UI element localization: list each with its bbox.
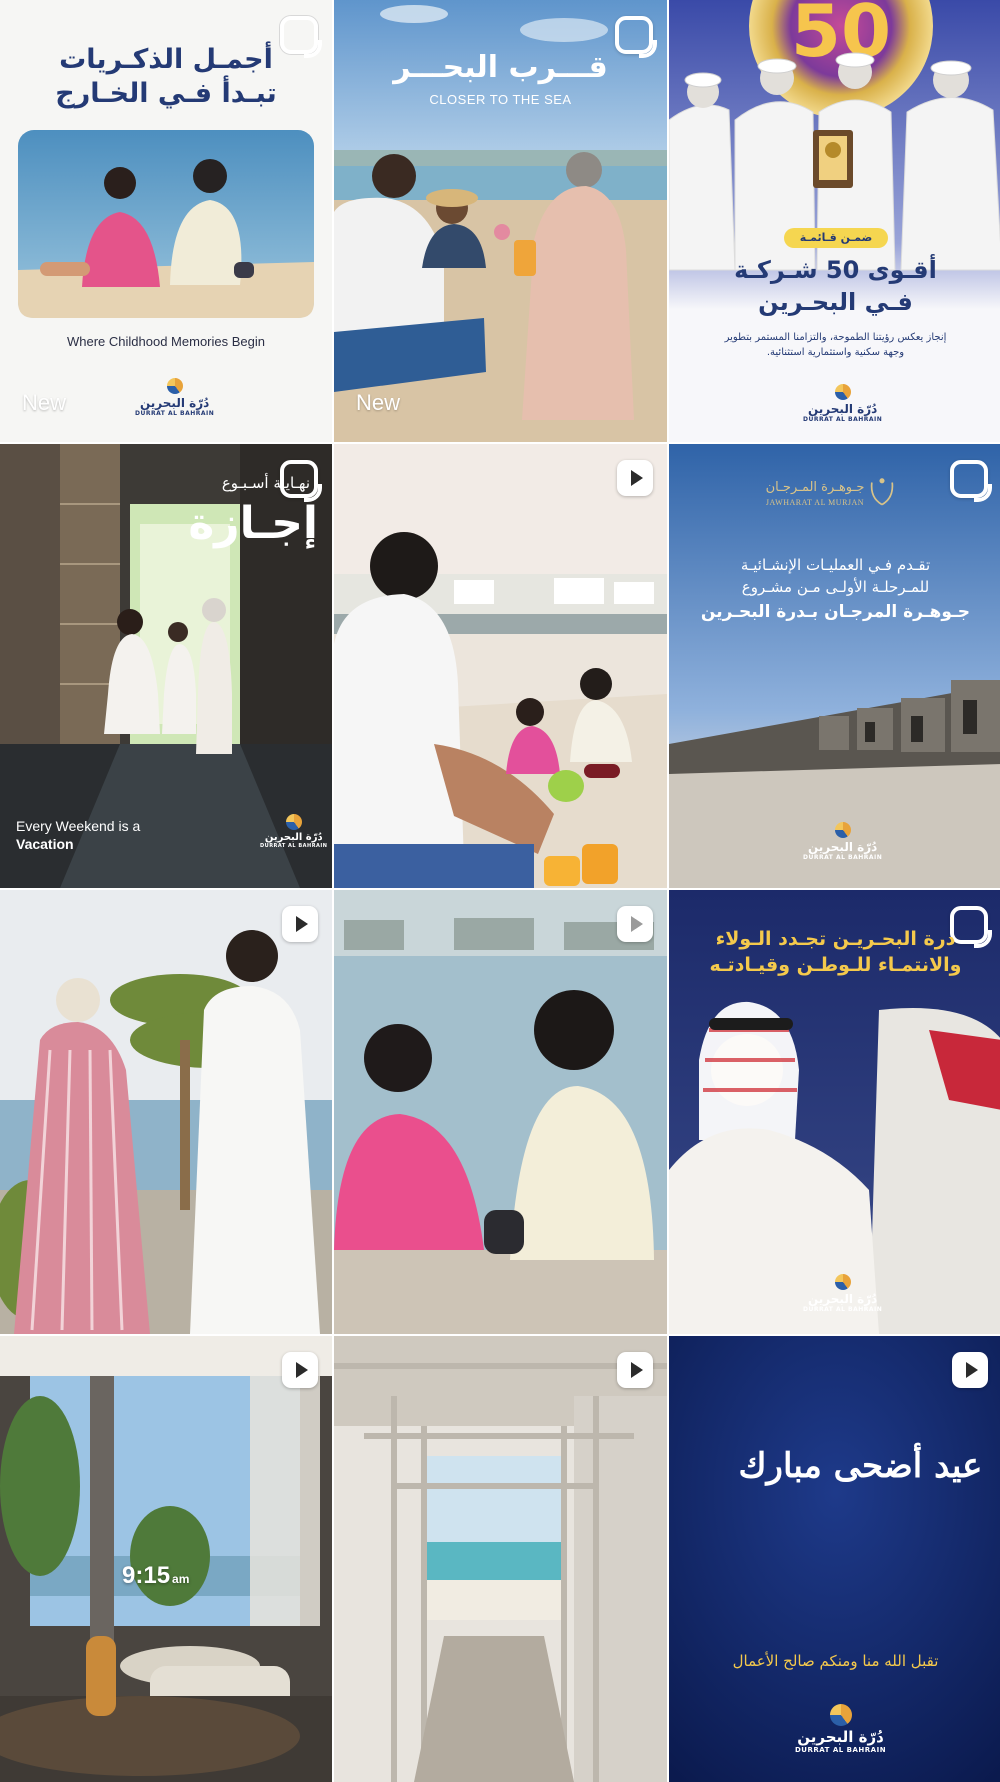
post-tile-scaffolding-sea-view[interactable]	[334, 1336, 667, 1782]
new-label: New	[356, 390, 401, 415]
scaffolding-photo	[334, 1336, 667, 1782]
post-title-line-2: فـي البحـرين	[758, 288, 913, 316]
post-title-line-2: والانتمـاء للـوطـن وقيـادتـه	[709, 954, 962, 976]
post-tile-loyalty-pledge[interactable]: درة البحـريـن تجـدد الـولاء والانتمـاء ل…	[669, 890, 1000, 1334]
post-caption: Where Childhood Memories Begin	[67, 334, 265, 349]
post-caption-line-1: Every Weekend is a	[16, 818, 141, 834]
post-title-line-1: درة البحـريـن تجـدد الـولاء	[715, 928, 956, 950]
father-children-photo	[334, 444, 667, 888]
post-caption-line-2: Vacation	[16, 836, 74, 852]
post-title-en: CLOSER TO THE SEA	[429, 92, 572, 107]
children-shore-photo	[334, 890, 667, 1334]
laurel-icon	[870, 478, 894, 506]
play-icon	[952, 1352, 988, 1388]
post-line-1: تقـدم فـي العمليـات الإنشـائيـة	[740, 556, 931, 574]
brand-logo: دُرّة البحرين DURRAT AL BAHRAIN	[135, 378, 214, 417]
logo-mark-icon	[285, 814, 302, 830]
post-tile-father-children-beach[interactable]	[334, 444, 667, 888]
post-tile-eid-adha[interactable]: عيد أضحى مبارك تقبل الله منا ومنكم صالح …	[669, 1336, 1000, 1782]
post-tile-morning-living-room[interactable]: 9:15 am	[0, 1336, 332, 1782]
post-tile-childhood-memories[interactable]: أجمـل الذكـريات تبـدأ فـي الخـارج Where …	[0, 0, 332, 442]
post-title-line-1: أقـوى 50 شـركـة	[734, 256, 937, 284]
play-icon	[282, 906, 318, 942]
couple-garden-photo	[0, 890, 332, 1334]
brand-logo: دُرّة البحرين DURRAT AL BAHRAIN	[803, 1274, 882, 1313]
post-line-2: للمـرحلـة الأولـى مـن مشـروع	[741, 578, 930, 596]
play-icon	[617, 460, 653, 496]
post-kicker: نهـايـة أسـبـوع	[221, 474, 310, 492]
post-tile-closer-to-the-sea[interactable]: قـــرب البحـــر CLOSER TO THE SEA New	[334, 0, 667, 442]
brand-logo: دُرّة البحرين DURRAT AL BAHRAIN	[803, 822, 882, 861]
ribbon-badge: ضمـن قـائمـة	[784, 228, 888, 248]
brand-name-ar: جـوهـرة المـرجـان	[765, 480, 865, 495]
reel-icon	[950, 460, 992, 502]
brand-name-en: JAWHARAT AL MURJAN	[765, 498, 865, 507]
post-tile-children-shore[interactable]	[334, 890, 667, 1334]
post-body-line-2: وجهة سكنية واستثمارية استثنائية.	[766, 347, 905, 358]
brand-logo: دُرّة البحرين DURRAT AL BAHRAIN	[803, 384, 882, 423]
play-icon	[617, 906, 653, 942]
post-title-line-2: تبـدأ فـي الخـارج	[55, 78, 277, 109]
logo-mark-icon	[166, 378, 183, 394]
post-grid: أجمـل الذكـريات تبـدأ فـي الخـارج Where …	[0, 0, 1000, 1782]
brand-logo: دُرّة البحرين DURRAT AL BAHRAIN	[260, 814, 327, 849]
post-tile-couple-garden[interactable]	[0, 890, 332, 1334]
time-label: 9:15 am	[122, 1562, 190, 1589]
post-tile-jawharat-al-murjan[interactable]: جـوهـرة المـرجـان JAWHARAT AL MURJAN تقـ…	[669, 444, 1000, 888]
award-photo: 50	[669, 0, 1000, 442]
logo-mark-icon	[834, 822, 851, 838]
eid-subtitle: تقبل الله منا ومنكم صالح الأعمال	[732, 1652, 939, 1670]
reel-icon	[615, 16, 657, 58]
post-title: إجـازة	[188, 498, 318, 549]
post-tile-top-50-companies[interactable]: 50 ضمـن قـائمـة أقـوى 50 شـركـة فـي البح…	[669, 0, 1000, 442]
post-tile-weekend-vacation[interactable]: نهـايـة أسـبـوع إجـازة Every Weekend is …	[0, 444, 332, 888]
play-icon	[282, 1352, 318, 1388]
post-title-ar: قـــرب البحـــر	[393, 50, 608, 85]
new-label: New	[22, 390, 67, 415]
logo-mark-icon	[829, 1704, 852, 1726]
logo-mark-icon	[834, 1274, 851, 1290]
post-line-3: جـوهـرة المرجـان بـدرة البحـرين	[700, 602, 971, 622]
logo-mark-icon	[834, 384, 851, 400]
post-title-line-1: أجمـل الذكـريات	[59, 44, 273, 75]
eid-greeting: عيد أضحى مبارك	[738, 1446, 983, 1486]
post-body-line-1: إنجاز يعكس رؤيتنا الطموحة، والتزامنا الم…	[724, 332, 947, 343]
brand-logo: دُرّة البحرين DURRAT AL BAHRAIN	[795, 1704, 886, 1754]
living-room-photo	[0, 1336, 332, 1782]
play-icon	[617, 1352, 653, 1388]
